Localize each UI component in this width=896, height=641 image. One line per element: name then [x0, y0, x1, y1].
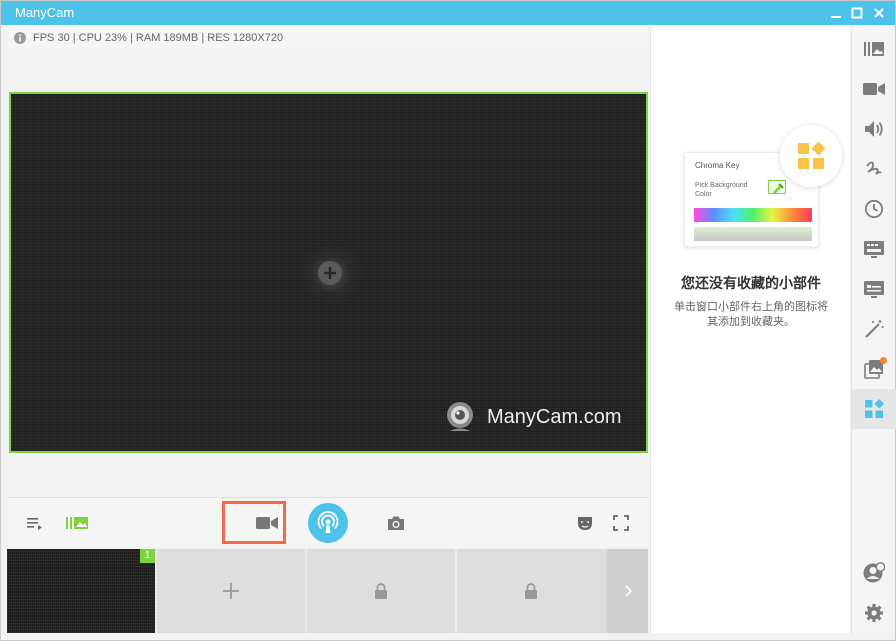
source-slot-1[interactable]: 1	[7, 549, 155, 633]
layers-icon[interactable]	[63, 498, 91, 548]
add-source-slot[interactable]	[157, 549, 305, 633]
chroma-key-illustration: Chroma Key Pick Background Color	[681, 125, 846, 255]
media-icon[interactable]	[852, 349, 896, 389]
gradient-bar	[694, 227, 812, 241]
main-preview[interactable]: ManyCam.com	[9, 92, 648, 453]
plus-icon	[223, 583, 239, 599]
video-sources-icon[interactable]	[852, 69, 896, 109]
stats-text: FPS 30 | CPU 23% | RAM 189MB | RES 1280X…	[33, 32, 284, 44]
account-icon[interactable]	[852, 553, 896, 593]
info-icon[interactable]	[14, 32, 26, 44]
playlist-icon[interactable]	[23, 498, 47, 548]
color-spectrum	[694, 208, 812, 222]
widgets-icon[interactable]	[852, 389, 896, 429]
camera-button[interactable]	[222, 501, 286, 544]
drawing-icon[interactable]	[852, 149, 896, 189]
add-source-icon[interactable]	[318, 261, 342, 285]
locked-slot[interactable]	[307, 549, 455, 633]
next-sources-button[interactable]	[607, 549, 648, 633]
mask-icon[interactable]	[573, 498, 597, 548]
broadcast-button[interactable]	[308, 503, 348, 543]
manycam-window: ManyCam FPS 30 | CPU 23% | RAM 189MB | R…	[0, 0, 896, 641]
source-strip: 1	[7, 549, 648, 633]
favorites-panel: Chroma Key Pick Background Color 您还没有收藏的…	[650, 27, 850, 633]
snapshot-icon[interactable]	[383, 498, 409, 548]
empty-favorites-description: 单击窗口小部件右上角的图标将其添加到收藏夹。	[674, 300, 828, 328]
time-icon[interactable]	[852, 189, 896, 229]
webcam-logo-icon	[447, 402, 473, 431]
preview-toolbar	[7, 497, 648, 547]
audio-icon[interactable]	[852, 109, 896, 149]
watermark: ManyCam.com	[443, 400, 621, 434]
eyedropper-icon	[768, 180, 786, 194]
stats-bar: FPS 30 | CPU 23% | RAM 189MB | RES 1280X…	[7, 27, 648, 49]
camera-icon	[256, 516, 278, 529]
lock-icon	[375, 583, 387, 599]
presets-icon[interactable]	[852, 29, 896, 69]
preview-area: ManyCam.com	[7, 49, 648, 497]
right-sidebar	[851, 27, 896, 633]
text-icon[interactable]	[852, 269, 896, 309]
close-button[interactable]	[870, 4, 888, 22]
lower-thirds-icon[interactable]	[852, 229, 896, 269]
effects-icon[interactable]	[852, 309, 896, 349]
minimize-button[interactable]	[827, 4, 845, 22]
locked-slot[interactable]	[457, 549, 605, 633]
title-bar: ManyCam	[1, 1, 895, 25]
chevron-right-icon	[624, 585, 632, 597]
pick-color-label: Pick Background Color	[695, 182, 748, 198]
widgets-badge	[780, 125, 842, 187]
lock-icon	[525, 583, 537, 599]
fullscreen-icon[interactable]	[609, 498, 633, 548]
chroma-key-title: Chroma Key	[695, 161, 740, 170]
widgets-icon	[798, 141, 826, 169]
window-title: ManyCam	[15, 5, 75, 20]
maximize-button[interactable]	[848, 4, 866, 22]
notification-dot	[880, 357, 887, 364]
settings-icon[interactable]	[852, 593, 896, 633]
broadcast-icon	[317, 511, 339, 533]
slot-number-badge: 1	[140, 549, 155, 563]
watermark-text: ManyCam.com	[487, 405, 622, 428]
empty-favorites-heading: 您还没有收藏的小部件	[681, 276, 821, 292]
